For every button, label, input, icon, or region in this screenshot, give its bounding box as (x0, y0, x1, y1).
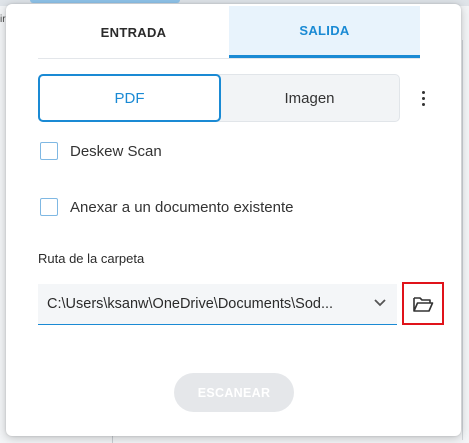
deskew-scan-label: Deskew Scan (70, 142, 162, 160)
scan-settings-panel: ENTRADA SALIDA PDF Imagen Deskew Scan An… (6, 4, 461, 436)
chevron-down-icon (374, 299, 386, 307)
deskew-scan-option[interactable]: Deskew Scan (40, 142, 162, 160)
tab-salida[interactable]: SALIDA (229, 6, 420, 58)
scan-button[interactable]: ESCANEAR (174, 373, 294, 412)
tab-bar: ENTRADA SALIDA (38, 6, 420, 59)
format-pdf-button[interactable]: PDF (38, 74, 221, 122)
browse-folder-button[interactable] (402, 282, 444, 325)
folder-path-select[interactable]: C:\Users\ksanw\OneDrive\Documents\Sod... (38, 284, 397, 325)
more-vertical-icon[interactable] (411, 86, 435, 110)
append-document-option[interactable]: Anexar a un documento existente (40, 198, 293, 216)
folder-path-value: C:\Users\ksanw\OneDrive\Documents\Sod... (47, 296, 334, 312)
format-image-button[interactable]: Imagen (220, 75, 399, 121)
append-document-checkbox[interactable] (40, 198, 58, 216)
append-document-label: Anexar a un documento existente (70, 198, 294, 216)
folder-path-label: Ruta de la carpeta (38, 251, 145, 266)
background-divider (462, 40, 463, 440)
output-format-selector: PDF Imagen (38, 74, 400, 122)
background-tab-accent (30, 0, 180, 3)
folder-open-icon (413, 296, 434, 312)
tab-entrada[interactable]: ENTRADA (38, 6, 229, 58)
deskew-scan-checkbox[interactable] (40, 142, 58, 160)
